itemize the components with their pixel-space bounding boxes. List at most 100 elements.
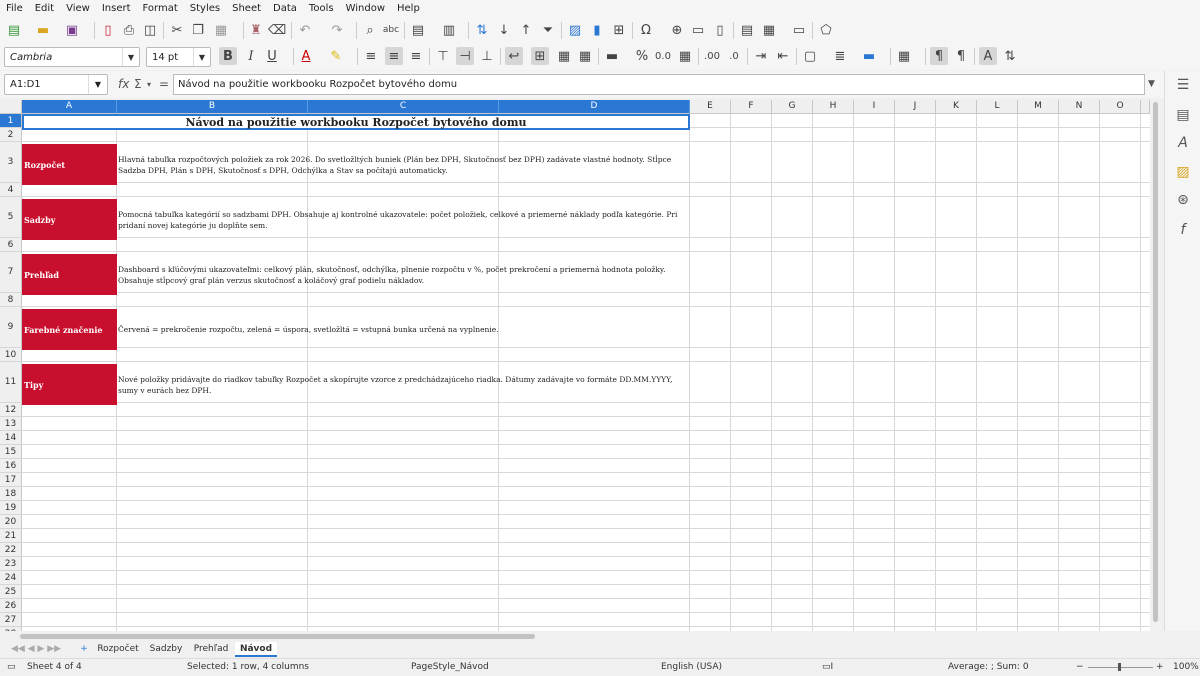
navigator-icon[interactable]: ⊛ [1174,192,1192,210]
selection-mode-icon[interactable]: ▭I [822,662,833,672]
row-header-8[interactable]: 8 [0,293,22,307]
clone-formatting-icon[interactable]: ♜ [247,21,265,39]
font-name-box[interactable]: Cambria ▼ [4,47,140,67]
row-header-5[interactable]: 5 [0,197,22,238]
define-print-area-icon[interactable]: ▤ [738,21,756,39]
align-top-icon[interactable]: ⊤ [434,47,452,65]
row-header-16[interactable]: 16 [0,459,22,473]
column-header-l[interactable]: L [977,100,1018,114]
column-header-a[interactable]: A [22,100,117,114]
horizontal-scrollbar-thumb[interactable] [20,634,535,639]
status-zoom[interactable]: 100% [1173,662,1199,672]
sheet-title-cell[interactable]: Návod na použitie workbooku Rozpočet byt… [22,114,690,130]
tab-sadzby[interactable]: Sadzby [146,642,186,657]
highlight-color-icon[interactable]: ✎ [327,47,345,65]
align-center-icon[interactable]: ≡ [385,47,403,65]
label-cell-rozpocet[interactable]: Rozpočet [22,144,117,185]
row-header-26[interactable]: 26 [0,599,22,613]
underline-icon[interactable]: U [263,47,281,65]
functions-icon[interactable]: f [1174,222,1192,240]
row-header-22[interactable]: 22 [0,543,22,557]
chevron-down-icon[interactable]: ▼ [122,48,139,66]
pivot-table-icon[interactable]: ⊞ [610,21,628,39]
redo-icon[interactable]: ↷ [328,21,346,39]
desc-cell-tipy[interactable]: Nové položky pridávajte do riadkov tabuľ… [118,364,690,405]
chevron-down-icon[interactable]: ▼ [88,75,107,94]
column-header-c[interactable]: C [308,100,499,114]
desc-cell-rozpocet[interactable]: Hlavná tabuľka rozpočtových položiek za … [118,144,690,185]
unmerge-cells-icon[interactable]: ▦ [576,47,594,65]
font-size-box[interactable]: 14 pt ▼ [146,47,211,67]
merge-center-icon[interactable]: ⊞ [531,47,549,65]
status-language[interactable]: English (USA) [661,662,722,672]
column-header-o[interactable]: O [1100,100,1141,114]
print-icon[interactable]: ⎙ [120,21,138,39]
sidebar-menu-icon[interactable]: ☰ [1174,77,1192,95]
row-header-23[interactable]: 23 [0,557,22,571]
row-header-14[interactable]: 14 [0,431,22,445]
column-header-h[interactable]: H [813,100,854,114]
row-header-18[interactable]: 18 [0,487,22,501]
hyperlink-icon[interactable]: ⊕ [668,21,686,39]
comment-icon[interactable]: ▭ [689,21,707,39]
desc-cell-sadzby[interactable]: Pomocná tabuľka kategórií so sadzbami DP… [118,199,690,240]
new-document-icon[interactable]: ▤ [5,21,23,39]
menu-edit[interactable]: Edit [29,3,60,14]
add-decimal-icon[interactable]: .00 [703,47,721,65]
menu-help[interactable]: Help [391,3,426,14]
save-icon[interactable]: ▣ [63,21,81,39]
status-sheet[interactable]: Sheet 4 of 4 [27,662,82,672]
delete-decimal-icon[interactable]: .0 [725,47,743,65]
row-header-21[interactable]: 21 [0,529,22,543]
column-header-i[interactable]: I [854,100,895,114]
tab-rozpocet[interactable]: Rozpočet [96,642,140,657]
sort-descending-icon[interactable]: ↑ [517,21,535,39]
currency-format-icon[interactable]: ▬ [603,47,621,65]
open-folder-icon[interactable]: ▬ [34,21,52,39]
headers-footers-icon[interactable]: ▯ [711,21,729,39]
row-header-27[interactable]: 27 [0,613,22,627]
print-preview-icon[interactable]: ◫ [141,21,159,39]
properties-icon[interactable]: ▤ [1174,107,1192,125]
zoom-in-icon[interactable]: + [1156,662,1164,672]
spelling-icon[interactable]: abc [382,21,400,39]
align-right-icon[interactable]: ≡ [407,47,425,65]
border-color-icon[interactable]: ▬ [860,47,878,65]
expand-formula-bar-icon[interactable]: ▼ [1148,79,1155,89]
tab-navigation-icons[interactable]: ◀◀ ◀ ▶ ▶▶ [4,642,68,657]
align-middle-icon[interactable]: ⊣ [456,47,474,65]
insert-image-icon[interactable]: ▨ [566,21,584,39]
column-header-j[interactable]: J [895,100,936,114]
column-header-d[interactable]: D [499,100,690,114]
row-header-19[interactable]: 19 [0,501,22,515]
chevron-down-icon[interactable]: ▼ [193,48,210,66]
date-format-icon[interactable]: ▦ [676,47,694,65]
gallery-icon[interactable]: ▨ [1174,164,1192,182]
status-sum[interactable]: Average: ; Sum: 0 [948,662,1029,672]
name-box[interactable]: A1:D1 ▼ [4,74,108,95]
sort-icon[interactable]: ⇅ [473,21,491,39]
vertical-text-icon[interactable]: ⇅ [1001,47,1019,65]
sort-ascending-icon[interactable]: ↓ [495,21,513,39]
menu-data[interactable]: Data [267,3,303,14]
menu-styles[interactable]: Styles [184,3,226,14]
vertical-scrollbar[interactable] [1151,100,1160,631]
row-header-6[interactable]: 6 [0,238,22,252]
tab-navod[interactable]: Návod [235,642,277,657]
row-header-3[interactable]: 3 [0,142,22,183]
find-replace-icon[interactable]: ⌕ [361,21,379,39]
increase-indent-icon[interactable]: ⇥ [752,47,770,65]
status-page-style[interactable]: PageStyle_Návod [411,662,489,672]
label-cell-sadzby[interactable]: Sadzby [22,199,117,240]
sum-dropdown-icon[interactable]: ▾ [147,80,151,89]
spreadsheet-grid[interactable]: A B C D E F G H I J K L M N O 1234567891… [0,100,1150,631]
menu-sheet[interactable]: Sheet [226,3,267,14]
percent-format-icon[interactable]: % [633,47,651,65]
italic-icon[interactable]: I [242,47,260,65]
clear-formatting-icon[interactable]: ⌫ [268,21,286,39]
row-header-2[interactable]: 2 [0,128,22,142]
copy-icon[interactable]: ❐ [189,21,207,39]
text-direction-ltr-icon[interactable]: ¶ [930,47,948,65]
function-wizard-icon[interactable]: fx [118,77,129,91]
label-cell-tipy[interactable]: Tipy [22,364,117,405]
